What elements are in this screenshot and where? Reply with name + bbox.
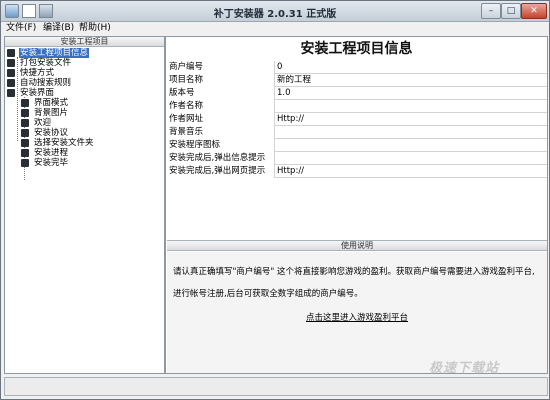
node-icon	[21, 119, 29, 127]
tree-item-install-ui[interactable]: 安装界面	[7, 88, 163, 98]
tree-panel-header: 安装工程项目	[5, 37, 164, 47]
minimize-button[interactable]: –	[481, 3, 501, 19]
merchant-id-field[interactable]: 0	[277, 61, 282, 74]
grid-row-installer-icon[interactable]: 安装程序图标	[167, 139, 547, 152]
tree-item-welcome[interactable]: 欢迎	[21, 118, 163, 128]
author-url-field[interactable]: Http://	[277, 113, 304, 126]
help-panel: 使用说明 请认真正确填写"商户编号" 这个将直接影响您游戏的盈利。获取商户编号需…	[167, 240, 547, 376]
tree-item-label: 快捷方式	[20, 68, 55, 78]
tree-item-label: 安装界面	[20, 88, 55, 98]
grid-label: 背景音乐	[167, 126, 275, 139]
node-icon	[7, 59, 15, 67]
tree-item-label: 选择安装文件夹	[34, 138, 94, 148]
tree-item-label: 安装进程	[34, 148, 69, 158]
grid-label: 项目名称	[167, 74, 275, 87]
grid-row-author-name[interactable]: 作者名称	[167, 100, 547, 113]
app-window: 补丁安装器 2.0.31 正式版 – □ ✕ 文件(F) 编译(B) 帮助(H)…	[0, 0, 550, 400]
tree-item-label: 界面模式	[34, 98, 69, 108]
node-icon	[7, 69, 15, 77]
node-icon	[7, 89, 15, 97]
grid-row-background-music[interactable]: 背景音乐	[167, 126, 547, 139]
grid-label: 安装完成后,弹出网页提示	[167, 165, 275, 178]
tree-item-select-folder[interactable]: 选择安装文件夹	[21, 138, 163, 148]
tree-item-label: 安装协议	[34, 128, 69, 138]
title-bar: 补丁安装器 2.0.31 正式版 – □ ✕	[1, 1, 549, 22]
tree-item-finish[interactable]: 安装完毕	[21, 158, 163, 168]
grid-label: 商户编号	[167, 61, 275, 74]
project-name-field[interactable]: 新的工程	[277, 74, 311, 87]
tree-item-label: 自动搜索规则	[20, 78, 72, 88]
tree-item-pack-files[interactable]: 打包安装文件	[7, 58, 163, 68]
node-icon	[21, 109, 29, 117]
node-icon	[21, 149, 29, 157]
node-icon	[21, 159, 29, 167]
tree-item-ui-mode[interactable]: 界面模式	[21, 98, 163, 108]
tree-item-label: 背景图片	[34, 108, 69, 118]
help-body: 请认真正确填写"商户编号" 这个将直接影响您游戏的盈利。获取商户编号需要进入游戏…	[167, 252, 547, 376]
grid-row-finish-webpage[interactable]: 安装完成后,弹出网页提示 Http://	[167, 165, 547, 178]
tree-item-search-rules[interactable]: 自动搜索规则	[7, 78, 163, 88]
status-bar	[4, 377, 548, 396]
node-icon	[21, 99, 29, 107]
tree-item-background-image[interactable]: 背景图片	[21, 108, 163, 118]
tree-item-progress[interactable]: 安装进程	[21, 148, 163, 158]
grid-label: 版本号	[167, 87, 275, 100]
close-button[interactable]: ✕	[521, 3, 547, 19]
page-title: 安装工程项目信息	[300, 41, 413, 57]
tree-item-shortcuts[interactable]: 快捷方式	[7, 68, 163, 78]
menu-file[interactable]: 文件(F)	[6, 22, 36, 35]
project-info-panel: 安装工程项目信息 商户编号 0 项目名称 新的工程 版本号 1.0 作者名称 作…	[165, 36, 548, 376]
tree-item-label: 欢迎	[34, 118, 52, 128]
project-tree-panel: 安装工程项目 安装工程项目信息 打包安装文件 快捷方式 自动搜索规则 安装界面 …	[4, 36, 165, 374]
grid-label: 安装程序图标	[167, 139, 275, 152]
finish-webpage-field[interactable]: Http://	[277, 165, 304, 178]
maximize-button[interactable]: □	[501, 3, 521, 19]
grid-label: 作者名称	[167, 100, 275, 113]
tree-item-label: 安装完毕	[34, 158, 69, 168]
grid-row-project-name[interactable]: 项目名称 新的工程	[167, 74, 547, 87]
tree-item-label: 打包安装文件	[20, 58, 72, 68]
menu-help[interactable]: 帮助(H)	[79, 22, 111, 35]
menu-bar: 文件(F) 编译(B) 帮助(H)	[1, 22, 549, 35]
node-icon	[7, 79, 15, 87]
tree-item-label: 安装工程项目信息	[19, 48, 90, 58]
node-icon	[21, 129, 29, 137]
tree-item-license[interactable]: 安装协议	[21, 128, 163, 138]
grid-row-merchant-id[interactable]: 商户编号 0	[167, 61, 547, 74]
grid-label: 安装完成后,弹出信息提示	[167, 152, 275, 165]
node-icon	[7, 49, 15, 57]
merchant-platform-link[interactable]: 点击这里进入游戏盈利平台	[167, 311, 547, 323]
grid-row-author-url[interactable]: 作者网址 Http://	[167, 113, 547, 126]
grid-label: 作者网址	[167, 113, 275, 126]
tree-item-project-info[interactable]: 安装工程项目信息	[7, 48, 163, 58]
version-field[interactable]: 1.0	[277, 87, 291, 100]
help-text-line: 请认真正确填写"商户编号" 这个将直接影响您游戏的盈利。获取商户编号需要进入游戏…	[173, 267, 535, 277]
grid-row-version[interactable]: 版本号 1.0	[167, 87, 547, 100]
menu-build[interactable]: 编译(B)	[43, 22, 74, 35]
site-watermark: 极速下载站	[429, 361, 500, 376]
node-icon	[21, 139, 29, 147]
help-text-line: 进行帐号注册,后台可获取全数字组成的商户编号。	[173, 289, 363, 299]
window-title: 补丁安装器 2.0.31 正式版	[213, 9, 337, 20]
grid-row-finish-message[interactable]: 安装完成后,弹出信息提示	[167, 152, 547, 165]
help-panel-header: 使用说明	[167, 241, 547, 251]
